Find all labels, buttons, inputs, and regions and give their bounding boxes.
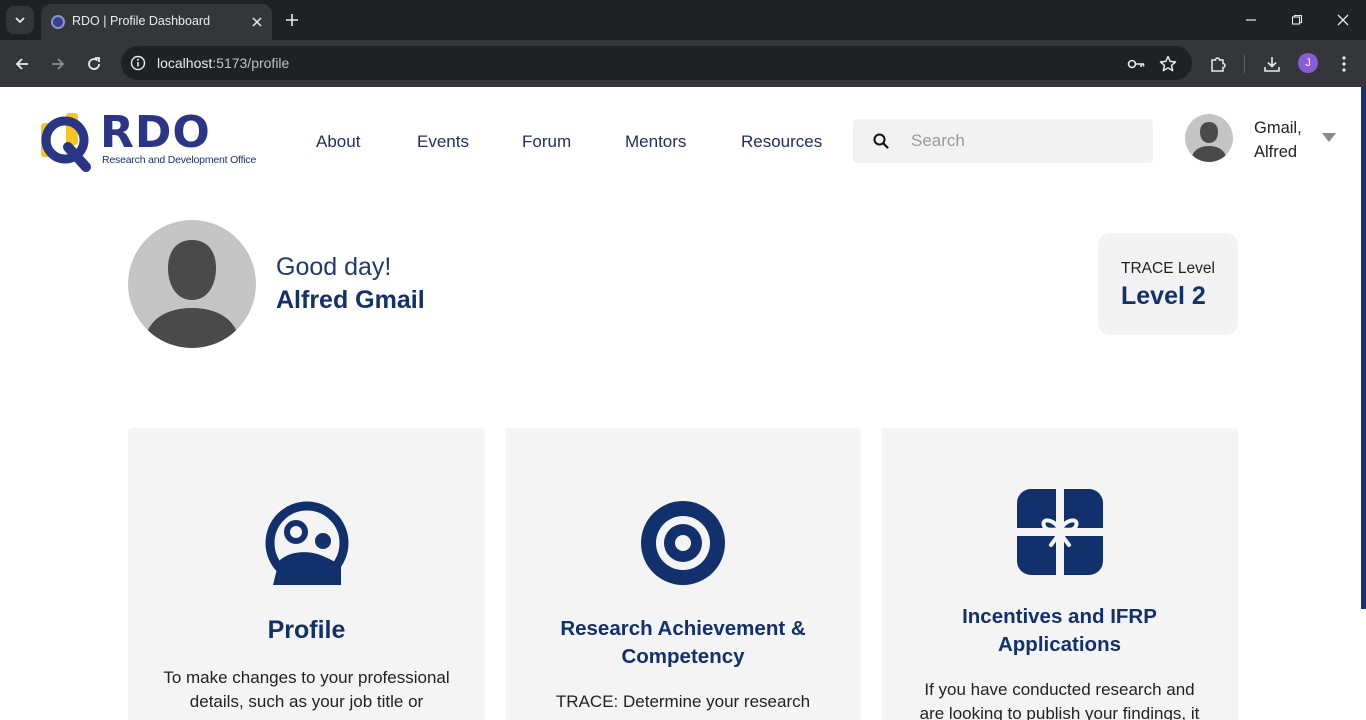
minimize-icon — [1246, 19, 1256, 21]
trace-level-label: TRACE Level — [1121, 260, 1215, 277]
reload-button[interactable] — [81, 51, 107, 77]
card-title: Profile — [267, 616, 346, 644]
logo-q-icon — [41, 113, 91, 172]
incentives-card[interactable]: Incentives and IFRP Applications If you … — [881, 428, 1238, 720]
menu-kebab-icon[interactable] — [1332, 52, 1356, 76]
caret-down-icon[interactable] — [1322, 133, 1336, 142]
card-title: Incentives and IFRP Applications — [901, 603, 1218, 659]
person-silhouette-icon — [144, 240, 240, 348]
person-silhouette-icon — [1191, 122, 1227, 162]
user-full-name: Alfred Gmail — [276, 286, 425, 314]
rdo-logo[interactable]: RDO Research and Development Office — [40, 107, 276, 172]
minimize-button[interactable] — [1236, 6, 1266, 34]
research-achievement-card[interactable]: Research Achievement & Competency TRACE:… — [505, 428, 861, 720]
greeting-text: Good day! — [276, 253, 392, 281]
tab-search-button[interactable] — [6, 6, 34, 34]
url-host: localhost — [157, 55, 213, 71]
trace-level-card: TRACE Level Level 2 — [1098, 233, 1238, 335]
close-window-button[interactable] — [1328, 6, 1358, 34]
gift-icon — [1016, 489, 1103, 575]
chevron-down-icon — [15, 17, 25, 24]
card-description: TRACE: Determine your research — [535, 690, 831, 714]
card-description-line: details, such as your job title or — [189, 692, 424, 711]
browser-tab[interactable]: RDO | Profile Dashboard — [41, 4, 272, 40]
card-description: To make changes to your professional det… — [158, 666, 455, 714]
nav-about[interactable]: About — [316, 132, 360, 152]
target-icon — [641, 501, 725, 585]
browser-profile-avatar[interactable]: J — [1298, 53, 1318, 73]
arrow-right-icon — [52, 58, 65, 70]
close-icon — [1337, 14, 1349, 26]
page-scrollbar[interactable] — [1361, 87, 1366, 609]
profile-icon — [265, 501, 348, 585]
card-title: Research Achievement & Competency — [525, 615, 841, 671]
back-button[interactable] — [9, 51, 35, 77]
user-last-name: Gmail, — [1254, 119, 1302, 137]
plus-icon — [286, 14, 298, 26]
extensions-icon[interactable] — [1206, 52, 1230, 76]
tab-close-button[interactable] — [247, 12, 267, 32]
profile-avatar — [128, 220, 256, 348]
restore-button[interactable] — [1282, 6, 1312, 34]
card-title-line: Competency — [621, 645, 745, 668]
logo-wordmark: RDO — [100, 107, 211, 158]
card-description-line: If you have conducted research and — [924, 680, 1195, 699]
nav-mentors[interactable]: Mentors — [625, 132, 686, 152]
search-box — [853, 119, 1153, 163]
search-icon — [873, 133, 889, 149]
card-description-line: are looking to publish your findings, it — [919, 704, 1200, 720]
restore-icon — [1291, 14, 1303, 25]
site-info-icon[interactable] — [129, 54, 147, 72]
card-description: If you have conducted research and are l… — [911, 678, 1208, 720]
close-icon — [252, 17, 262, 27]
logo-subtitle: Research and Development Office — [102, 154, 257, 166]
nav-resources[interactable]: Resources — [741, 132, 822, 152]
page-content: RDO Research and Development Office Abou… — [0, 87, 1366, 720]
user-name[interactable]: Gmail, Alfred — [1254, 116, 1302, 164]
card-description-line: TRACE: Determine your research — [555, 692, 811, 711]
card-title-line: Applications — [997, 633, 1121, 656]
user-first-name: Alfred — [1254, 143, 1298, 161]
toolbar-separator — [1244, 55, 1245, 73]
card-title-line: Research Achievement & — [560, 617, 806, 640]
arrow-left-icon — [15, 58, 28, 70]
url-text: localhost:5173/profile — [157, 55, 289, 71]
card-title-line: Incentives and IFRP — [962, 605, 1157, 628]
reload-icon — [88, 57, 100, 70]
url-path: :5173/profile — [212, 55, 290, 71]
download-icon[interactable] — [1260, 52, 1284, 76]
bookmark-star-icon[interactable] — [1157, 53, 1179, 75]
user-avatar[interactable] — [1185, 114, 1233, 162]
card-description-line: To make changes to your professional — [163, 668, 450, 687]
trace-level-value: Level 2 — [1121, 282, 1206, 310]
tab-title: RDO | Profile Dashboard — [72, 14, 211, 28]
address-bar[interactable]: localhost:5173/profile — [121, 46, 1192, 80]
forward-button[interactable] — [45, 51, 71, 77]
password-key-icon[interactable] — [1125, 53, 1147, 75]
search-input[interactable] — [911, 129, 1141, 153]
nav-forum[interactable]: Forum — [522, 132, 571, 152]
profile-card[interactable]: Profile To make changes to your professi… — [128, 428, 485, 720]
browser-tabbar: RDO | Profile Dashboard — [0, 0, 1366, 40]
browser-toolbar: localhost:5173/profile J — [0, 40, 1366, 87]
new-tab-button[interactable] — [280, 8, 304, 32]
nav-events[interactable]: Events — [417, 132, 469, 152]
favicon-icon — [51, 15, 65, 29]
